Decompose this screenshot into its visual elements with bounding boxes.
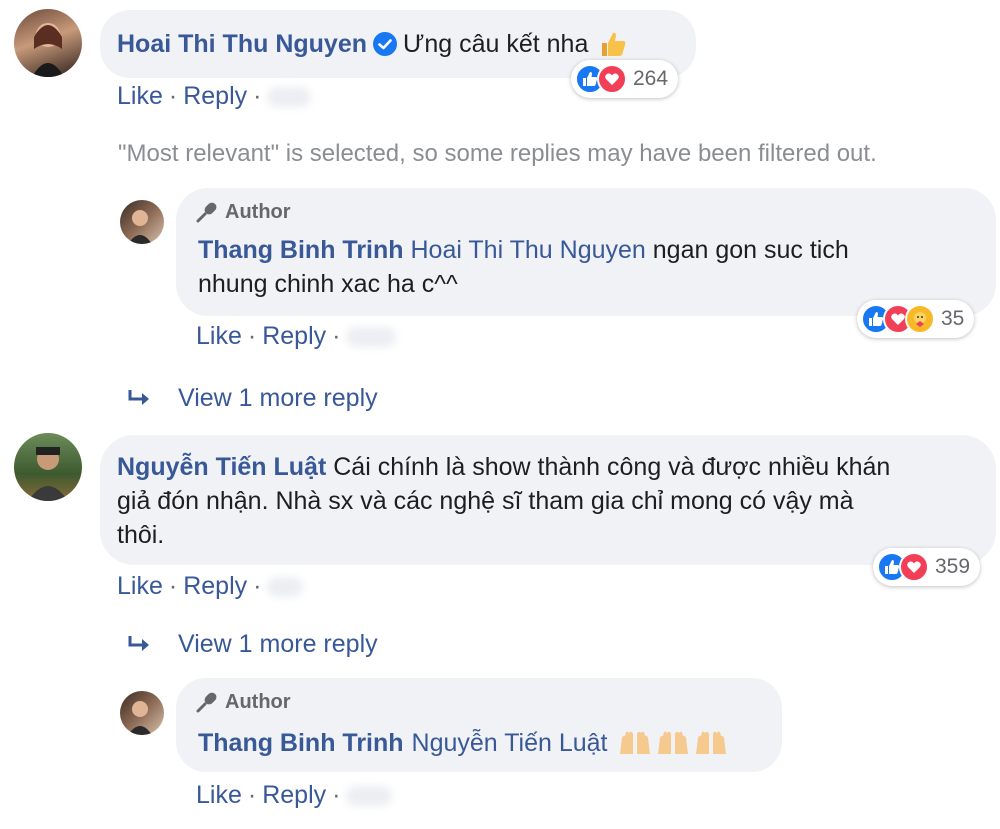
author-badge: Author xyxy=(195,200,291,224)
reply-text-line: nhung chinh xac ha c^^ xyxy=(198,270,458,298)
reply-arrow-icon xyxy=(128,388,154,410)
reaction-summary[interactable]: 35 xyxy=(857,300,975,338)
reply-text-line: Thang Binh Trinh Nguyễn Tiến Luật xyxy=(198,726,728,760)
comment-actions: Like · Reply · xyxy=(117,82,312,111)
view-more-replies-link[interactable]: View 1 more reply xyxy=(128,630,378,659)
avatar[interactable] xyxy=(14,433,82,501)
reply-arrow-icon xyxy=(128,634,154,656)
reaction-summary[interactable]: 359 xyxy=(873,548,981,586)
reaction-count: 35 xyxy=(941,307,965,330)
reply-button[interactable]: Reply xyxy=(183,572,247,600)
comment-text-line: thôi. xyxy=(117,521,165,549)
timestamp[interactable] xyxy=(346,786,393,807)
like-button[interactable]: Like xyxy=(117,82,163,110)
care-reaction-icon xyxy=(905,304,935,334)
comment-body: Hoai Thi Thu Nguyen Ưng câu kết nha xyxy=(117,27,628,61)
comment-text-line: Nguyễn Tiến Luật Cái chính là show thành… xyxy=(117,453,891,481)
reply-button[interactable]: Reply xyxy=(262,322,326,350)
like-button[interactable]: Like xyxy=(196,322,242,350)
reaction-count: 264 xyxy=(633,67,669,90)
timestamp[interactable] xyxy=(267,87,312,108)
like-button[interactable]: Like xyxy=(196,781,242,809)
reaction-count: 359 xyxy=(935,555,971,578)
mention-link[interactable]: Hoai Thi Thu Nguyen xyxy=(410,236,645,264)
filter-note: "Most relevant" is selected, so some rep… xyxy=(118,140,877,167)
timestamp[interactable] xyxy=(267,577,304,598)
reply-actions: Like · Reply · xyxy=(196,322,397,351)
thumbs-up-emoji-icon xyxy=(598,29,628,59)
avatar[interactable] xyxy=(120,691,164,735)
reaction-summary[interactable]: 264 xyxy=(571,60,679,98)
avatar[interactable] xyxy=(120,200,164,244)
comment-text: Ưng câu kết nha xyxy=(403,30,589,58)
timestamp[interactable] xyxy=(346,327,397,348)
microphone-icon xyxy=(195,200,219,224)
reply-text-line: Thang Binh Trinh Hoai Thi Thu Nguyen nga… xyxy=(198,236,849,264)
reply-author-name[interactable]: Thang Binh Trinh xyxy=(198,236,404,264)
comment-actions: Like · Reply · xyxy=(117,572,304,601)
like-button[interactable]: Like xyxy=(117,572,163,600)
microphone-icon xyxy=(195,690,219,714)
reply-button[interactable]: Reply xyxy=(262,781,326,809)
comment-author-name[interactable]: Nguyễn Tiến Luật xyxy=(117,453,326,481)
avatar[interactable] xyxy=(14,9,82,77)
love-reaction-icon xyxy=(899,552,929,582)
view-more-replies-link[interactable]: View 1 more reply xyxy=(128,384,378,413)
love-reaction-icon xyxy=(597,64,627,94)
raising-hands-emoji-icon xyxy=(618,730,728,756)
reply-actions: Like · Reply · xyxy=(196,781,393,810)
reply-author-name[interactable]: Thang Binh Trinh xyxy=(198,726,404,760)
reply-button[interactable]: Reply xyxy=(183,82,247,110)
mention-link[interactable]: Nguyễn Tiến Luật xyxy=(412,726,608,760)
comment-author-name[interactable]: Hoai Thi Thu Nguyen xyxy=(117,30,367,59)
author-badge: Author xyxy=(195,690,291,714)
verified-badge-icon xyxy=(373,32,397,56)
comment-text-line: giả đón nhận. Nhà sx và các nghệ sĩ tham… xyxy=(117,487,854,515)
